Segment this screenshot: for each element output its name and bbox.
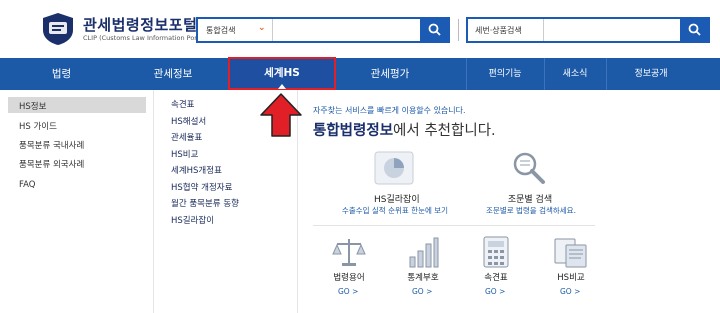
- sidebar-item-faq[interactable]: FAQ: [19, 180, 35, 190]
- nav-item-customs-valuation[interactable]: 관세평가: [336, 58, 444, 90]
- recommend-caption: 자주찾는 서비스를 빠르게 이용할수 있습니다.: [313, 106, 466, 115]
- feature-hs-guide-title[interactable]: HS길라잡이: [374, 192, 420, 205]
- quick-legal-terms-go[interactable]: GO >: [338, 287, 358, 296]
- search-icon: [688, 23, 701, 36]
- nav-item-disclosure[interactable]: 정보공개: [606, 58, 696, 90]
- feature-article-search-desc[interactable]: 조문별로 법령을 검색하세요.: [476, 205, 586, 216]
- sidebar-item-hs-info[interactable]: HS정보: [8, 97, 146, 113]
- logo-subtitle: CLIP (Customs Law Information Portal): [83, 34, 208, 42]
- integrated-search-box: 통합검색 ⌄: [196, 17, 450, 43]
- main-nav: 법령 관세정보 관세평가 편의기능 새소식 정보공개: [0, 58, 720, 90]
- nav-divider: [606, 58, 607, 90]
- search-icon: [428, 23, 441, 36]
- nav-item-customs-info[interactable]: 관세정보: [118, 58, 228, 90]
- section-divider: [313, 225, 595, 226]
- tariff-search-box[interactable]: 세번·상품검색: [466, 17, 710, 43]
- search-input-divider: [543, 19, 544, 41]
- sidebar: HS정보 HS 가이드 품목분류 국내사례 품목분류 외국사례 FAQ: [0, 90, 154, 313]
- chevron-down-icon: ⌄: [258, 23, 266, 33]
- quick-hs-compare-go[interactable]: GO >: [560, 287, 580, 296]
- clip-logo-icon[interactable]: [40, 12, 76, 46]
- nav-item-news[interactable]: 새소식: [544, 58, 606, 90]
- nav-item-convenience[interactable]: 편의기능: [466, 58, 544, 90]
- scales-icon[interactable]: [331, 235, 367, 269]
- calculator-icon[interactable]: [481, 235, 511, 269]
- quick-quick-table-title[interactable]: 속견표: [476, 271, 516, 283]
- submenu-item-hs-explanatory[interactable]: HS해설서: [171, 115, 206, 127]
- quick-hs-compare-title[interactable]: HS비교: [551, 271, 591, 283]
- document-compare-icon[interactable]: [553, 235, 589, 269]
- submenu-item-hs-compare[interactable]: HS비교: [171, 148, 198, 160]
- submenu-item-monthly-trends[interactable]: 월간 품목분류 동향: [171, 197, 239, 209]
- nav-item-laws[interactable]: 법령: [0, 58, 123, 90]
- sidebar-item-domestic-cases[interactable]: 품목분류 국내사례: [19, 139, 84, 151]
- sidebar-item-foreign-cases[interactable]: 품목분류 외국사례: [19, 158, 84, 170]
- tariff-search-button[interactable]: [680, 17, 710, 43]
- header: 관세법령정보포털 CLIP (Customs Law Information P…: [0, 0, 720, 58]
- recommend-title: 통합법령정보에서 추천합니다.: [313, 119, 496, 140]
- bar-chart-icon[interactable]: [406, 235, 440, 269]
- submenu-item-world-hs-revision[interactable]: 세계HS개정표: [171, 164, 222, 176]
- recommend-title-rest: 에서 추천합니다.: [393, 123, 496, 139]
- submenu-item-tariff-table[interactable]: 관세율표: [171, 131, 202, 143]
- quick-quick-table-go[interactable]: GO >: [485, 287, 505, 296]
- tariff-search-input[interactable]: 세번·상품검색: [475, 25, 522, 36]
- search-divider: [458, 19, 459, 41]
- red-arrow-icon: [260, 93, 302, 137]
- quick-stat-codes-go[interactable]: GO >: [412, 287, 432, 296]
- quick-legal-terms-title[interactable]: 법령용어: [329, 271, 369, 283]
- feature-hs-guide-desc[interactable]: 수출수입 실적 순위표 한눈에 보기: [338, 205, 452, 216]
- active-indicator-icon: [278, 84, 286, 89]
- nav-divider: [466, 58, 467, 90]
- submenu-item-hs-convention[interactable]: HS협약 개정자료: [171, 181, 232, 193]
- sidebar-item-hs-guide[interactable]: HS 가이드: [19, 120, 57, 132]
- submenu-item-hs-guide[interactable]: HS길라잡이: [171, 214, 214, 226]
- search-type-select[interactable]: 통합검색 ⌄: [198, 19, 273, 41]
- pie-chart-icon[interactable]: [373, 150, 415, 186]
- logo-title[interactable]: 관세법령정보포털: [83, 14, 197, 35]
- search-button[interactable]: [420, 17, 450, 43]
- search-type-label: 통합검색: [206, 26, 236, 35]
- quick-stat-codes-title[interactable]: 통계부호: [401, 271, 445, 283]
- submenu-item-quick-table[interactable]: 속견표: [171, 98, 194, 110]
- magnifier-icon[interactable]: [510, 150, 548, 186]
- feature-article-search-title[interactable]: 조문별 검색: [505, 192, 555, 205]
- recommend-title-bold: 통합법령정보: [313, 123, 394, 139]
- nav-divider: [544, 58, 545, 90]
